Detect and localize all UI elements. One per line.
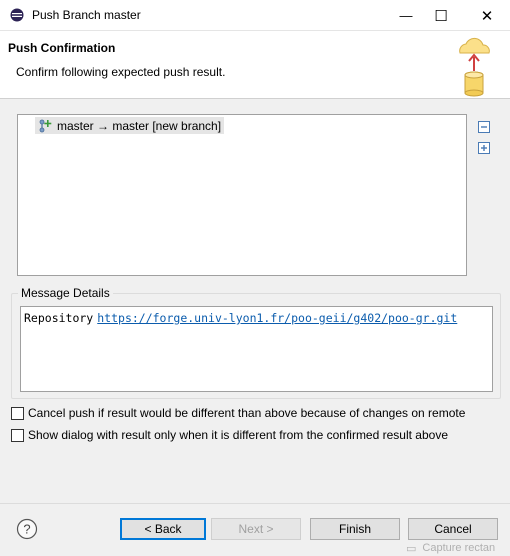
message-details-text: Repository https://forge.univ-lyon1.fr/po… — [20, 306, 493, 392]
repository-link[interactable]: https://forge.univ-lyon1.fr/poo-geii/g40… — [97, 311, 457, 325]
wizard-header: Push Confirmation Confirm following expe… — [0, 31, 510, 99]
title-bar: Push Branch master — ☐ ✕ — [0, 0, 510, 31]
list-item[interactable]: master → master [new branch] — [35, 117, 225, 134]
capture-icon: ▭ — [406, 542, 417, 555]
show-dialog-checkbox[interactable] — [11, 428, 24, 442]
next-button[interactable]: Next > — [211, 518, 301, 540]
expand-all-button[interactable] — [477, 141, 491, 155]
show-dialog-option[interactable]: Show dialog with result only when it is … — [11, 427, 448, 443]
button-bar-separator — [0, 503, 510, 504]
repository-label: Repository — [24, 311, 94, 325]
message-details-group: Message Details Repository https://forge.… — [11, 286, 501, 399]
push-result-label: master → master [new branch] — [57, 118, 222, 133]
maximize-icon: ☐ — [434, 7, 448, 25]
window-title: Push Branch master — [32, 8, 141, 22]
maximize-button[interactable]: ☐ — [421, 0, 461, 31]
svg-text:?: ? — [23, 522, 30, 537]
expand-all-icon — [478, 142, 490, 154]
finish-button[interactable]: Finish — [310, 518, 400, 540]
minimize-icon: — — [399, 8, 413, 23]
page-description: Confirm following expected push result. — [16, 65, 226, 79]
help-icon[interactable]: ? — [16, 518, 38, 540]
push-to-cloud-icon — [459, 37, 490, 97]
branch-add-icon — [39, 119, 52, 132]
cancel-if-different-option[interactable]: Cancel push if result would be different… — [11, 405, 465, 421]
show-dialog-label: Show dialog with result only when it is … — [28, 428, 448, 442]
message-details-label: Message Details — [18, 286, 113, 300]
close-icon: ✕ — [480, 7, 494, 25]
minimize-button[interactable]: — — [386, 0, 426, 31]
capture-tooltip: ▭ Capture rectan — [400, 540, 510, 556]
push-results-tree[interactable]: master → master [new branch] — [17, 114, 467, 276]
eclipse-app-icon — [10, 8, 24, 22]
cancel-if-different-label: Cancel push if result would be different… — [28, 406, 466, 420]
cancel-button[interactable]: Cancel — [408, 518, 498, 540]
collapse-all-icon — [478, 121, 490, 133]
capture-label: Capture rectan — [422, 542, 496, 554]
cancel-if-different-checkbox[interactable] — [11, 406, 24, 420]
close-button[interactable]: ✕ — [467, 0, 507, 31]
page-title: Push Confirmation — [8, 41, 116, 55]
collapse-all-button[interactable] — [477, 120, 491, 134]
back-button[interactable]: < Back — [120, 518, 206, 540]
